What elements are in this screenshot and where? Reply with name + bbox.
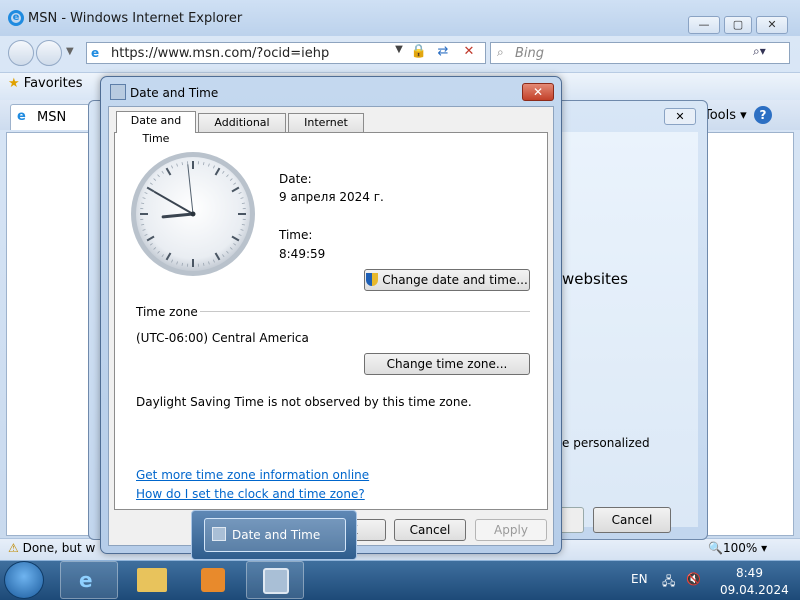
tray-clock-date[interactable]: 09.04.2024 (720, 583, 789, 597)
time-zone-info-link[interactable]: Get more time zone information online (136, 468, 369, 482)
address-dropdown-icon[interactable]: ▼ (389, 44, 409, 62)
date-value: 9 апреля 2024 г. (279, 190, 384, 204)
search-button-icon[interactable]: ⌕▾ (753, 44, 766, 59)
background-dialog-panel (555, 132, 698, 527)
tools-label: Tools (704, 108, 737, 123)
media-player-icon (201, 568, 225, 592)
ie-taskbar-icon: e (79, 568, 93, 592)
back-button[interactable] (8, 40, 34, 66)
analog-clock (131, 152, 255, 276)
time-zone-divider (200, 311, 530, 312)
background-text-personalized: e personalized (562, 436, 650, 450)
thumbnail-label: Date and Time (232, 528, 321, 542)
help-icon[interactable]: ? (754, 106, 772, 124)
address-url: https://www.msn.com/?ocid=iehp (111, 46, 330, 61)
ie-title-bar: e MSN - Windows Internet Explorer (0, 0, 800, 36)
start-button[interactable] (4, 561, 44, 599)
search-placeholder: Bing (515, 46, 545, 61)
date-time-taskbar-icon (263, 568, 289, 594)
change-date-time-button[interactable]: Change date and time... (364, 269, 530, 291)
status-message: ⚠ Done, but w (8, 541, 95, 555)
taskbar-ie-button[interactable]: e (60, 561, 118, 599)
folder-icon (137, 568, 167, 592)
history-dropdown-icon[interactable]: ▼ (66, 46, 74, 57)
time-value: 8:49:59 (279, 247, 326, 261)
change-time-zone-button[interactable]: Change time zone... (364, 353, 530, 375)
refresh-icon[interactable]: ⇄ (433, 44, 453, 62)
dst-info-text: Daylight Saving Time is not observed by … (136, 395, 472, 409)
tray-clock-time[interactable]: 8:49 (736, 566, 763, 580)
apply-button[interactable]: Apply (475, 519, 547, 541)
maximize-button[interactable]: ▢ (724, 16, 752, 34)
search-magnifier-icon: ⌕ (497, 45, 504, 59)
dialog-title: Date and Time (130, 86, 219, 100)
minimize-button[interactable]: — (688, 16, 720, 34)
window-close-button[interactable]: ✕ (756, 16, 788, 34)
time-label: Time: (279, 228, 313, 242)
taskbar-media-player-button[interactable] (184, 561, 242, 599)
background-text-websites: websites (562, 270, 628, 288)
thumbnail-icon (212, 527, 226, 541)
forward-button[interactable] (36, 40, 62, 66)
status-label: Done, but w (22, 541, 96, 555)
tab-msn[interactable]: e MSN (10, 104, 90, 130)
volume-muted-icon[interactable]: 🔇 (686, 572, 701, 586)
background-dialog-close-button[interactable]: ✕ (664, 108, 696, 125)
favorites-star-icon: ★ (8, 76, 20, 91)
network-icon[interactable]: 🖧 (662, 572, 675, 593)
tab-label: MSN (37, 110, 67, 125)
msn-tab-icon: e (17, 109, 26, 124)
clock-help-link[interactable]: How do I set the clock and time zone? (136, 487, 365, 501)
favorites-label: Favorites (23, 76, 83, 91)
tab-internet-time[interactable]: Internet Time (288, 113, 364, 147)
address-bar[interactable]: e https://www.msn.com/?ocid=iehp ▼ 🔒 ⇄ ✕ (86, 42, 486, 64)
lock-icon[interactable]: 🔒 (409, 44, 429, 62)
tools-menu[interactable]: Tools ▾ (704, 108, 747, 123)
time-zone-heading: Time zone (136, 305, 198, 319)
ie-logo-icon: e (8, 10, 24, 26)
tab-additional-clocks[interactable]: Additional Clocks (198, 113, 286, 147)
calendar-clock-icon (110, 84, 126, 100)
time-zone-value: (UTC-06:00) Central America (136, 331, 309, 345)
taskbar (0, 560, 800, 600)
uac-shield-icon (366, 273, 379, 286)
clock-center (190, 211, 196, 217)
zoom-label: 100% (722, 541, 758, 555)
language-indicator[interactable]: EN (631, 572, 648, 586)
taskbar-date-time-button[interactable] (246, 561, 304, 599)
background-cancel-button[interactable]: Cancel (593, 507, 671, 533)
zoom-control[interactable]: 🔍100% ▾ (708, 541, 767, 555)
page-icon: e (91, 46, 100, 60)
change-date-time-label: Change date and time... (382, 273, 528, 287)
dialog-close-button[interactable]: ✕ (522, 83, 554, 101)
cancel-button[interactable]: Cancel (394, 519, 466, 541)
ie-window-title: MSN - Windows Internet Explorer (28, 11, 243, 26)
stop-icon[interactable]: ✕ (459, 44, 479, 62)
tab-date-and-time[interactable]: Date and Time (116, 111, 196, 145)
date-label: Date: (279, 172, 312, 186)
search-box[interactable]: ⌕ Bing ⌕▾ (490, 42, 790, 64)
taskbar-explorer-button[interactable] (122, 561, 180, 599)
favorites-button[interactable]: ★ Favorites (8, 76, 83, 91)
warning-icon: ⚠ (8, 541, 19, 555)
